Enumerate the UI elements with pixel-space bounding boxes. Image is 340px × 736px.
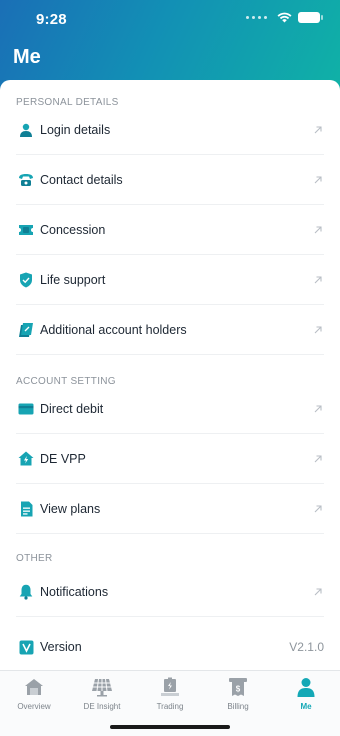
row-de-vpp[interactable]: DE VPP (16, 434, 324, 484)
external-arrow-icon (314, 325, 322, 333)
tab-overview[interactable]: Overview (0, 677, 68, 717)
tab-label: Me (300, 702, 312, 711)
tab-label: DE Insight (83, 702, 121, 711)
tab-label: Billing (227, 702, 249, 711)
row-version: Version V2.1.0 (16, 622, 324, 672)
tab-billing[interactable]: $ Billing (204, 677, 272, 717)
bill-icon: $ (227, 677, 249, 697)
phone-icon (18, 172, 34, 188)
bell-icon (18, 584, 34, 600)
battery-status-icon (298, 12, 323, 23)
external-arrow-icon (314, 175, 322, 183)
version-icon (18, 639, 34, 655)
external-arrow-icon (314, 125, 322, 133)
settings-card: PERSONAL DETAILS Login details Contact d… (0, 80, 340, 670)
external-arrow-icon (314, 587, 322, 595)
document-icon (18, 501, 34, 517)
row-label: View plans (40, 501, 101, 516)
user-icon (18, 122, 34, 138)
row-contact-details[interactable]: Contact details (16, 155, 324, 205)
external-arrow-icon (314, 454, 322, 462)
row-label: Contact details (40, 172, 123, 187)
solar-panel-icon (91, 677, 113, 697)
signal-icon (246, 16, 267, 19)
svg-text:$: $ (236, 685, 241, 694)
external-arrow-icon (314, 504, 322, 512)
row-login-details[interactable]: Login details (16, 105, 324, 155)
row-concession[interactable]: Concession (16, 205, 324, 255)
row-view-plans[interactable]: View plans (16, 484, 324, 534)
status-icons (246, 12, 323, 23)
row-direct-debit[interactable]: Direct debit (16, 384, 324, 434)
status-time: 9:28 (36, 11, 67, 28)
home-indicator (110, 725, 230, 729)
tab-trading[interactable]: Trading (136, 677, 204, 717)
section-title-other: OTHER (16, 553, 53, 564)
row-label: Additional account holders (40, 322, 187, 337)
row-life-support[interactable]: Life support (16, 255, 324, 305)
home-icon (18, 451, 34, 467)
external-arrow-icon (314, 275, 322, 283)
row-label: Version (40, 640, 82, 654)
row-label: Login details (40, 122, 111, 137)
tab-label: Overview (17, 702, 51, 711)
status-bar: 9:28 (0, 0, 340, 40)
version-value: V2.1.0 (289, 640, 324, 654)
battery-icon (159, 677, 181, 697)
external-arrow-icon (314, 404, 322, 412)
row-label: Life support (40, 272, 106, 287)
shield-icon (18, 272, 34, 288)
tab-label: Trading (156, 702, 184, 711)
users-icon (18, 322, 34, 338)
row-label: DE VPP (40, 451, 86, 466)
page-title: Me (13, 46, 41, 68)
external-arrow-icon (314, 225, 322, 233)
house-icon (23, 677, 45, 697)
tab-me[interactable]: Me (272, 677, 340, 717)
row-label: Notifications (40, 584, 109, 599)
tab-de-insight[interactable]: DE Insight (68, 677, 136, 717)
ticket-icon (18, 222, 34, 238)
person-icon (295, 677, 317, 697)
row-label: Concession (40, 222, 106, 237)
row-notifications[interactable]: Notifications (16, 567, 324, 617)
card-icon (18, 401, 34, 417)
wifi-icon (277, 12, 292, 23)
row-label: Direct debit (40, 401, 104, 416)
row-additional-account-holders[interactable]: Additional account holders (16, 305, 324, 355)
